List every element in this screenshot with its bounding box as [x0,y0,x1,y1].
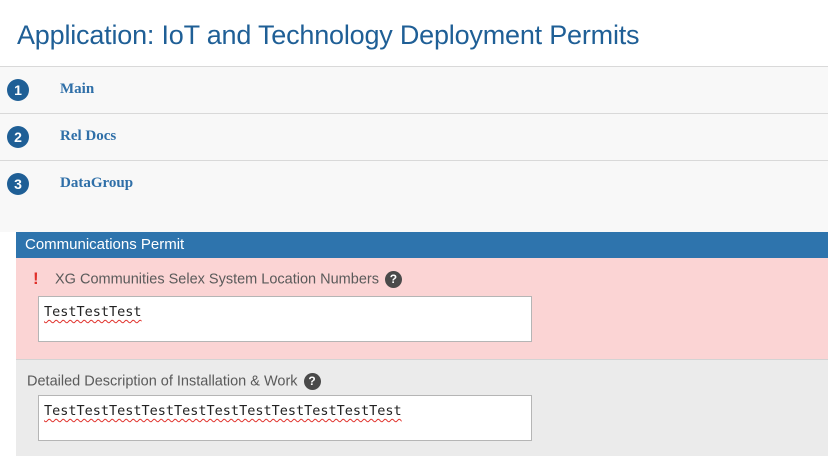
location-numbers-field-group: ! XG Communities Selex System Location N… [16,258,828,359]
description-value: TestTestTestTestTestTestTestTestTestTest… [44,403,402,419]
step-main[interactable]: 1 Main [0,66,828,113]
step-number-badge: 3 [7,173,29,195]
step-number-badge: 2 [7,126,29,148]
description-label: Detailed Description of Installation & W… [27,373,321,390]
wizard-steps: 1 Main 2 Rel Docs 3 DataGroup [0,66,828,207]
step-datagroup[interactable]: 3 DataGroup [0,160,828,207]
location-numbers-input[interactable]: TestTestTest [38,296,532,342]
question-circle-icon[interactable]: ? [384,271,402,288]
question-circle-icon[interactable]: ? [303,373,321,390]
section-header: Communications Permit [16,232,828,258]
step-label[interactable]: Main [60,81,94,98]
step-label[interactable]: Rel Docs [60,128,116,145]
step-label[interactable]: DataGroup [60,175,133,192]
description-label-text: Detailed Description of Installation & W… [27,373,298,390]
location-numbers-label: XG Communities Selex System Location Num… [55,271,402,288]
steps-background [0,207,828,232]
description-input[interactable]: TestTestTestTestTestTestTestTestTestTest… [38,395,532,441]
step-rel-docs[interactable]: 2 Rel Docs [0,113,828,160]
location-numbers-value: TestTestTest [44,304,142,320]
required-error-icon: ! [33,269,39,288]
location-numbers-label-text: XG Communities Selex System Location Num… [55,271,379,288]
step-number-badge: 1 [7,79,29,101]
page-title: Application: IoT and Technology Deployme… [17,20,640,50]
description-field-group: Detailed Description of Installation & W… [16,359,828,456]
communications-permit-section: Communications Permit ! XG Communities S… [16,232,828,456]
